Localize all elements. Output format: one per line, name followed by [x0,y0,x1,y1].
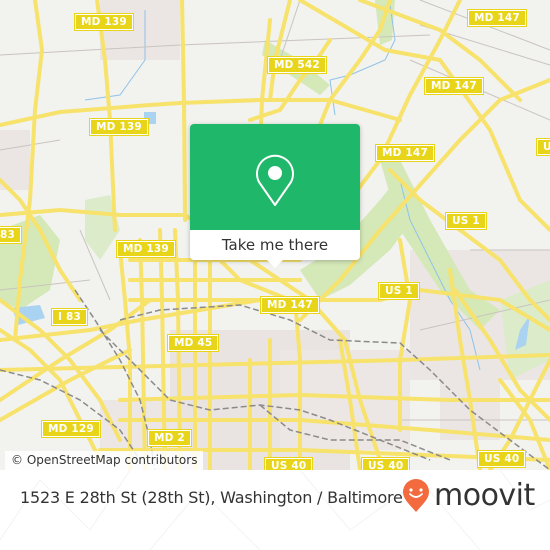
map-attribution[interactable]: © OpenStreetMap contributors [5,451,204,470]
route-shield-us-1: US 1 [536,138,550,156]
route-shield-us-1: US 1 [378,282,420,300]
popup-pointer [267,260,283,268]
route-shield-md-139: MD 139 [116,240,176,258]
moovit-logo[interactable]: moovit [400,478,535,513]
location-popup: Take me there [190,124,360,268]
route-shield-us-40: US 40 [263,457,314,470]
route-shield-md-147: MD 147 [260,296,320,314]
moovit-wordmark: moovit [434,478,535,513]
take-me-there-button[interactable]: Take me there [190,230,360,260]
footer: 1523 E 28th St (28th St), Washington / B… [0,470,550,550]
route-shield-md-2: MD 2 [147,429,192,447]
route-shield-us-1: US 1 [445,212,487,230]
route-shield-md-147: MD 147 [424,77,484,95]
route-shield-md-139: MD 139 [74,13,134,31]
popup-header [190,124,360,230]
route-shield-i-83: I 83 [51,308,88,326]
address-label: 1523 E 28th St (28th St), Washington / B… [20,488,403,507]
location-pin-icon [256,154,294,206]
route-shield-i-83: I 83 [0,226,22,244]
route-shield-us-40: US 40 [476,450,527,468]
route-shield-md-45: MD 45 [166,334,220,352]
route-shield-md-129: MD 129 [41,420,101,438]
route-shield-md-139: MD 139 [89,118,149,136]
route-shield-md-147: MD 147 [467,9,527,27]
map[interactable]: MD 139 MD 139 MD 139 MD 542 MD 147 MD 14… [0,0,550,470]
route-shield-md-542: MD 542 [267,56,327,74]
moovit-pin-smile-icon [403,478,429,512]
route-shield-md-147: MD 147 [375,144,435,162]
route-shield-us-40: US 40 [360,457,411,470]
